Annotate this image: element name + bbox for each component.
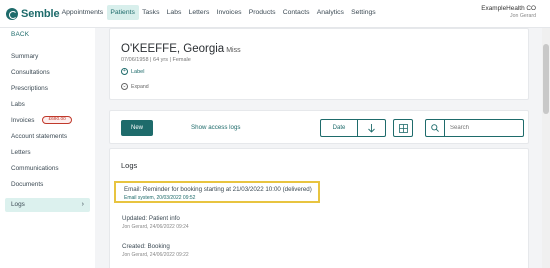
sidebar-item-prescriptions[interactable]: Prescriptions — [5, 82, 90, 96]
sidebar-item-letters[interactable]: Letters — [5, 146, 90, 160]
back-link[interactable]: BACK — [11, 31, 29, 38]
sort-controls: Date — [320, 119, 413, 137]
sidebar-item-label: Consultations — [11, 69, 50, 76]
nav-patients[interactable]: Patients — [106, 5, 139, 20]
nav-products[interactable]: Products — [245, 5, 279, 20]
logs-card: Logs Email: Reminder for booking startin… — [109, 148, 529, 268]
patient-name: O'KEEFFE, Georgia — [121, 43, 225, 55]
patient-title: Miss — [226, 47, 241, 54]
semble-logo[interactable]: Semble — [6, 7, 60, 21]
patient-meta: 07/06/1958 | 64 yrs | Female — [121, 57, 191, 63]
chevron-right-icon: › — [81, 201, 84, 208]
arrow-down-icon — [368, 123, 375, 133]
sidebar-item-label: Invoices — [11, 117, 35, 124]
log-entry-title: Updated: Patient info — [122, 215, 180, 222]
log-entry[interactable]: Created: Booking Jon Gerard, 24/06/2022 … — [122, 243, 189, 258]
sidebar-item-summary[interactable]: Summary — [5, 50, 90, 64]
label-link-text: Label — [131, 68, 145, 75]
brand-name: Semble — [21, 8, 60, 20]
nav-tasks[interactable]: Tasks — [139, 5, 164, 20]
patient-sidebar: BACK Summary Consultations Prescriptions… — [0, 28, 95, 268]
sidebar-item-label: Communications — [11, 165, 59, 172]
sidebar-item-labs[interactable]: Labs — [5, 98, 90, 112]
search-icon — [431, 124, 439, 132]
sidebar-item-label: Letters — [11, 149, 31, 156]
sidebar-item-label: Summary — [11, 53, 39, 60]
sidebar-item-logs[interactable]: Logs › — [5, 198, 90, 212]
org-switcher[interactable]: ExampleHealth CO Jon Gerard — [481, 5, 536, 19]
log-entry[interactable]: Updated: Patient info Jon Gerard, 24/06/… — [122, 215, 189, 230]
nav-letters[interactable]: Letters — [185, 5, 213, 20]
page-scrollbar[interactable] — [542, 28, 550, 268]
sidebar-item-label: Logs — [11, 201, 25, 208]
sidebar-item-invoices[interactable]: Invoices £690.00 — [5, 114, 90, 128]
add-label-link[interactable]: + Label — [121, 68, 144, 75]
log-entry-highlighted[interactable]: Email: Reminder for booking starting at … — [114, 181, 320, 203]
main-content: O'KEEFFE, Georgia Miss 07/06/1958 | 64 yr… — [95, 28, 542, 268]
search-box — [425, 119, 524, 137]
patient-name-row: O'KEEFFE, Georgia Miss — [121, 43, 241, 55]
plus-circle-icon: + — [121, 68, 128, 75]
log-entry-title: Email: Reminder for booking starting at … — [124, 186, 312, 193]
new-button[interactable]: New — [121, 120, 153, 136]
nav-analytics[interactable]: Analytics — [313, 5, 347, 20]
sidebar-item-label: Account statements — [11, 133, 68, 140]
search-input[interactable] — [445, 119, 524, 137]
sidebar-item-label: Prescriptions — [11, 85, 48, 92]
patient-header-card: O'KEEFFE, Georgia Miss 07/06/1958 | 64 yr… — [109, 28, 529, 100]
sidebar-item-communications[interactable]: Communications — [5, 162, 90, 176]
main-nav: Appointments Patients Tasks Labs Letters… — [58, 5, 379, 20]
grid-icon — [398, 123, 408, 133]
expand-text: Expand — [131, 83, 149, 90]
sidebar-item-account-statements[interactable]: Account statements — [5, 130, 90, 144]
nav-appointments[interactable]: Appointments — [58, 5, 107, 20]
org-name: ExampleHealth CO — [481, 5, 536, 12]
nav-settings[interactable]: Settings — [348, 5, 380, 20]
nav-labs[interactable]: Labs — [163, 5, 185, 20]
show-access-logs-link[interactable]: Show access logs — [191, 124, 241, 131]
invoice-balance-badge: £690.00 — [42, 116, 72, 125]
search-button[interactable] — [425, 119, 445, 137]
logs-heading: Logs — [121, 161, 138, 170]
semble-logo-icon — [6, 8, 18, 20]
expand-toggle[interactable]: ⌄ Expand — [121, 83, 149, 90]
log-entry-subtitle: Email system, 20/03/2022 09:52 — [124, 195, 196, 201]
sidebar-item-documents[interactable]: Documents — [5, 178, 90, 192]
sidebar-item-consultations[interactable]: Consultations — [5, 66, 90, 80]
log-entry-subtitle: Jon Gerard, 24/06/2022 09:22 — [122, 252, 189, 258]
date-sort-button[interactable]: Date — [320, 119, 358, 137]
nav-contacts[interactable]: Contacts — [279, 5, 313, 20]
log-entry-title: Created: Booking — [122, 243, 170, 250]
top-navigation-bar: Semble Appointments Patients Tasks Labs … — [0, 0, 550, 28]
scrollbar-thumb[interactable] — [543, 44, 549, 114]
sidebar-item-label: Labs — [11, 101, 25, 108]
sidebar-item-label: Documents — [11, 181, 44, 188]
logs-toolbar: New Show access logs Date — [109, 110, 529, 144]
log-entry-subtitle: Jon Gerard, 24/06/2022 09:24 — [122, 224, 189, 230]
sort-direction-button[interactable] — [358, 119, 386, 137]
grid-view-button[interactable] — [393, 119, 413, 137]
nav-invoices[interactable]: Invoices — [213, 5, 245, 20]
current-user: Jon Gerard — [510, 13, 536, 19]
chevron-down-circle-icon: ⌄ — [121, 83, 128, 90]
